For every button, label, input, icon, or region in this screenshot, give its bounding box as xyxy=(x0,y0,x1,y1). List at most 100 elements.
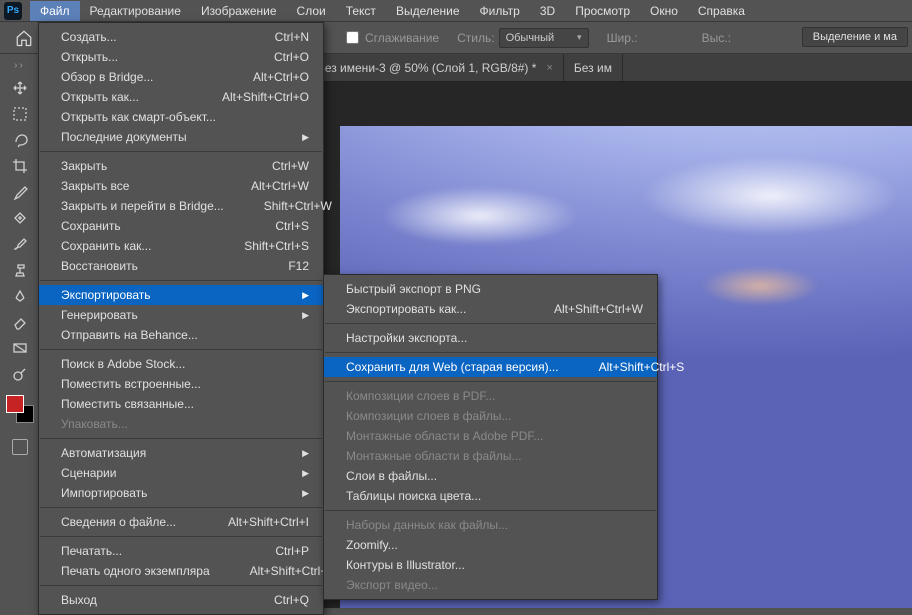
menu-окно[interactable]: Окно xyxy=(640,1,688,21)
submenu-arrow-icon: ▶ xyxy=(302,310,309,321)
menu-separator xyxy=(325,323,656,324)
style-select[interactable]: Обычный xyxy=(499,28,589,48)
export-menu-item[interactable]: Быстрый экспорт в PNG xyxy=(324,279,657,299)
menu-item-label: Автоматизация xyxy=(61,446,272,460)
menu-item-label: Выход xyxy=(61,593,234,607)
file-menu-item[interactable]: Выход Ctrl+Q xyxy=(39,590,323,610)
tool-eyedropper[interactable] xyxy=(3,179,37,205)
tool-marquee[interactable] xyxy=(3,101,37,127)
menu-файл[interactable]: Файл xyxy=(30,1,80,21)
menu-separator xyxy=(325,510,656,511)
menu-item-label: Монтажные области в Adobe PDF... xyxy=(346,429,643,443)
tool-dodge[interactable] xyxy=(3,361,37,387)
export-menu-item[interactable]: Сохранить для Web (старая версия)...Alt+… xyxy=(324,357,657,377)
file-menu-item[interactable]: Сведения о файле...Alt+Shift+Ctrl+I xyxy=(39,512,323,532)
menu-item-label: Отправить на Behance... xyxy=(61,328,309,342)
document-tab[interactable]: Без имени-3 @ 50% (Слой 1, RGB/8#) *× xyxy=(307,54,564,81)
panel-grip-icon[interactable]: ›› xyxy=(14,60,25,71)
tool-clone[interactable] xyxy=(3,257,37,283)
file-menu-item[interactable]: Печатать... Ctrl+P xyxy=(39,541,323,561)
close-icon[interactable]: × xyxy=(546,62,552,74)
tool-lasso[interactable] xyxy=(3,127,37,153)
menu-item-label: Обзор в Bridge... xyxy=(61,70,213,84)
file-menu-item[interactable]: Открыть как... Alt+Shift+Ctrl+O xyxy=(39,87,323,107)
file-menu-item[interactable]: Сохранить как...Shift+Ctrl+S xyxy=(39,236,323,256)
tool-crop[interactable] xyxy=(3,153,37,179)
export-menu-item[interactable]: Экспортировать как...Alt+Shift+Ctrl+W xyxy=(324,299,657,319)
file-menu-item[interactable]: Закрыть и перейти в Bridge...Shift+Ctrl+… xyxy=(39,196,323,216)
tool-gradient[interactable] xyxy=(3,335,37,361)
file-menu-item: Упаковать... xyxy=(39,414,323,434)
menu-item-label: Таблицы поиска цвета... xyxy=(346,489,643,503)
file-menu-item[interactable]: Экспортировать▶ xyxy=(39,285,323,305)
menu-изображение[interactable]: Изображение xyxy=(191,1,287,21)
file-menu-item[interactable]: Генерировать ▶ xyxy=(39,305,323,325)
export-menu-item[interactable]: Настройки экспорта... xyxy=(324,328,657,348)
tool-eraser[interactable] xyxy=(3,309,37,335)
file-menu-item[interactable]: Обзор в Bridge... Alt+Ctrl+O xyxy=(39,67,323,87)
file-menu-item[interactable]: Открыть...Ctrl+O xyxy=(39,47,323,67)
menu-просмотр[interactable]: Просмотр xyxy=(565,1,640,21)
select-and-mask-button[interactable]: Выделение и ма xyxy=(802,27,908,47)
menu-item-label: Упаковать... xyxy=(61,417,309,431)
export-submenu: Быстрый экспорт в PNGЭкспортировать как.… xyxy=(323,274,658,600)
file-menu-item[interactable]: Закрыть всеAlt+Ctrl+W xyxy=(39,176,323,196)
menu-separator xyxy=(40,151,322,152)
menu-редактирование[interactable]: Редактирование xyxy=(80,1,191,21)
file-menu-item[interactable]: Последние документы▶ xyxy=(39,127,323,147)
menu-item-label: Создать... xyxy=(61,30,235,44)
tool-history[interactable] xyxy=(3,283,37,309)
export-menu-item[interactable]: Контуры в Illustrator... xyxy=(324,555,657,575)
menu-separator xyxy=(40,507,322,508)
menu-item-label: Печать одного экземпляра xyxy=(61,564,210,578)
file-menu-item[interactable]: Открыть как смарт-объект... xyxy=(39,107,323,127)
menu-текст[interactable]: Текст xyxy=(336,1,386,21)
foreground-color-swatch[interactable] xyxy=(6,395,24,413)
file-menu-item[interactable]: Поиск в Adobe Stock... xyxy=(39,354,323,374)
menu-item-shortcut: Ctrl+Q xyxy=(274,593,309,607)
submenu-arrow-icon: ▶ xyxy=(302,468,309,479)
menu-item-shortcut: Ctrl+S xyxy=(275,219,309,233)
file-menu-item[interactable]: Сценарии ▶ xyxy=(39,463,323,483)
document-tab[interactable]: Без им xyxy=(564,54,623,81)
home-icon[interactable] xyxy=(8,22,40,54)
menu-item-label: Генерировать xyxy=(61,308,272,322)
file-menu-item[interactable]: Печать одного экземпляраAlt+Shift+Ctrl+P xyxy=(39,561,323,581)
menu-выделение[interactable]: Выделение xyxy=(386,1,470,21)
menu-item-shortcut: Ctrl+P xyxy=(275,544,309,558)
export-menu-item: Композиции слоев в PDF... xyxy=(324,386,657,406)
menu-item-label: Последние документы xyxy=(61,130,272,144)
menu-item-label: Печатать... xyxy=(61,544,235,558)
menu-item-label: Открыть как... xyxy=(61,90,182,104)
menu-item-shortcut: Alt+Shift+Ctrl+I xyxy=(228,515,309,529)
file-menu-item[interactable]: ВосстановитьF12 xyxy=(39,256,323,276)
file-menu-item[interactable]: Импортировать▶ xyxy=(39,483,323,503)
menu-слои[interactable]: Слои xyxy=(287,1,336,21)
menu-item-shortcut: Alt+Shift+Ctrl+O xyxy=(222,90,309,104)
file-menu-item[interactable]: Создать...Ctrl+N xyxy=(39,27,323,47)
menu-item-label: Открыть... xyxy=(61,50,234,64)
file-menu: Создать...Ctrl+NОткрыть...Ctrl+OОбзор в … xyxy=(38,22,324,615)
menu-item-label: Закрыть все xyxy=(61,179,211,193)
quick-mask-icon[interactable] xyxy=(12,439,28,455)
file-menu-item[interactable]: ЗакрытьCtrl+W xyxy=(39,156,323,176)
menu-фильтр[interactable]: Фильтр xyxy=(470,1,530,21)
file-menu-item[interactable]: СохранитьCtrl+S xyxy=(39,216,323,236)
export-menu-item[interactable]: Слои в файлы... xyxy=(324,466,657,486)
antialias-checkbox[interactable]: Сглаживание xyxy=(346,31,439,45)
tool-healing[interactable] xyxy=(3,205,37,231)
tool-move[interactable] xyxy=(3,75,37,101)
menu-3d[interactable]: 3D xyxy=(530,1,565,21)
export-menu-item[interactable]: Таблицы поиска цвета... xyxy=(324,486,657,506)
file-menu-item[interactable]: Поместить встроенные... xyxy=(39,374,323,394)
file-menu-item[interactable]: Автоматизация▶ xyxy=(39,443,323,463)
menu-справка[interactable]: Справка xyxy=(688,1,755,21)
menu-item-shortcut: Alt+Ctrl+O xyxy=(253,70,309,84)
color-swatches[interactable] xyxy=(6,395,34,423)
tool-brush[interactable] xyxy=(3,231,37,257)
menu-item-label: Сценарии xyxy=(61,466,272,480)
file-menu-item[interactable]: Поместить связанные... xyxy=(39,394,323,414)
file-menu-item[interactable]: Отправить на Behance... xyxy=(39,325,323,345)
antialias-label: Сглаживание xyxy=(365,31,439,45)
export-menu-item[interactable]: Zoomify... xyxy=(324,535,657,555)
